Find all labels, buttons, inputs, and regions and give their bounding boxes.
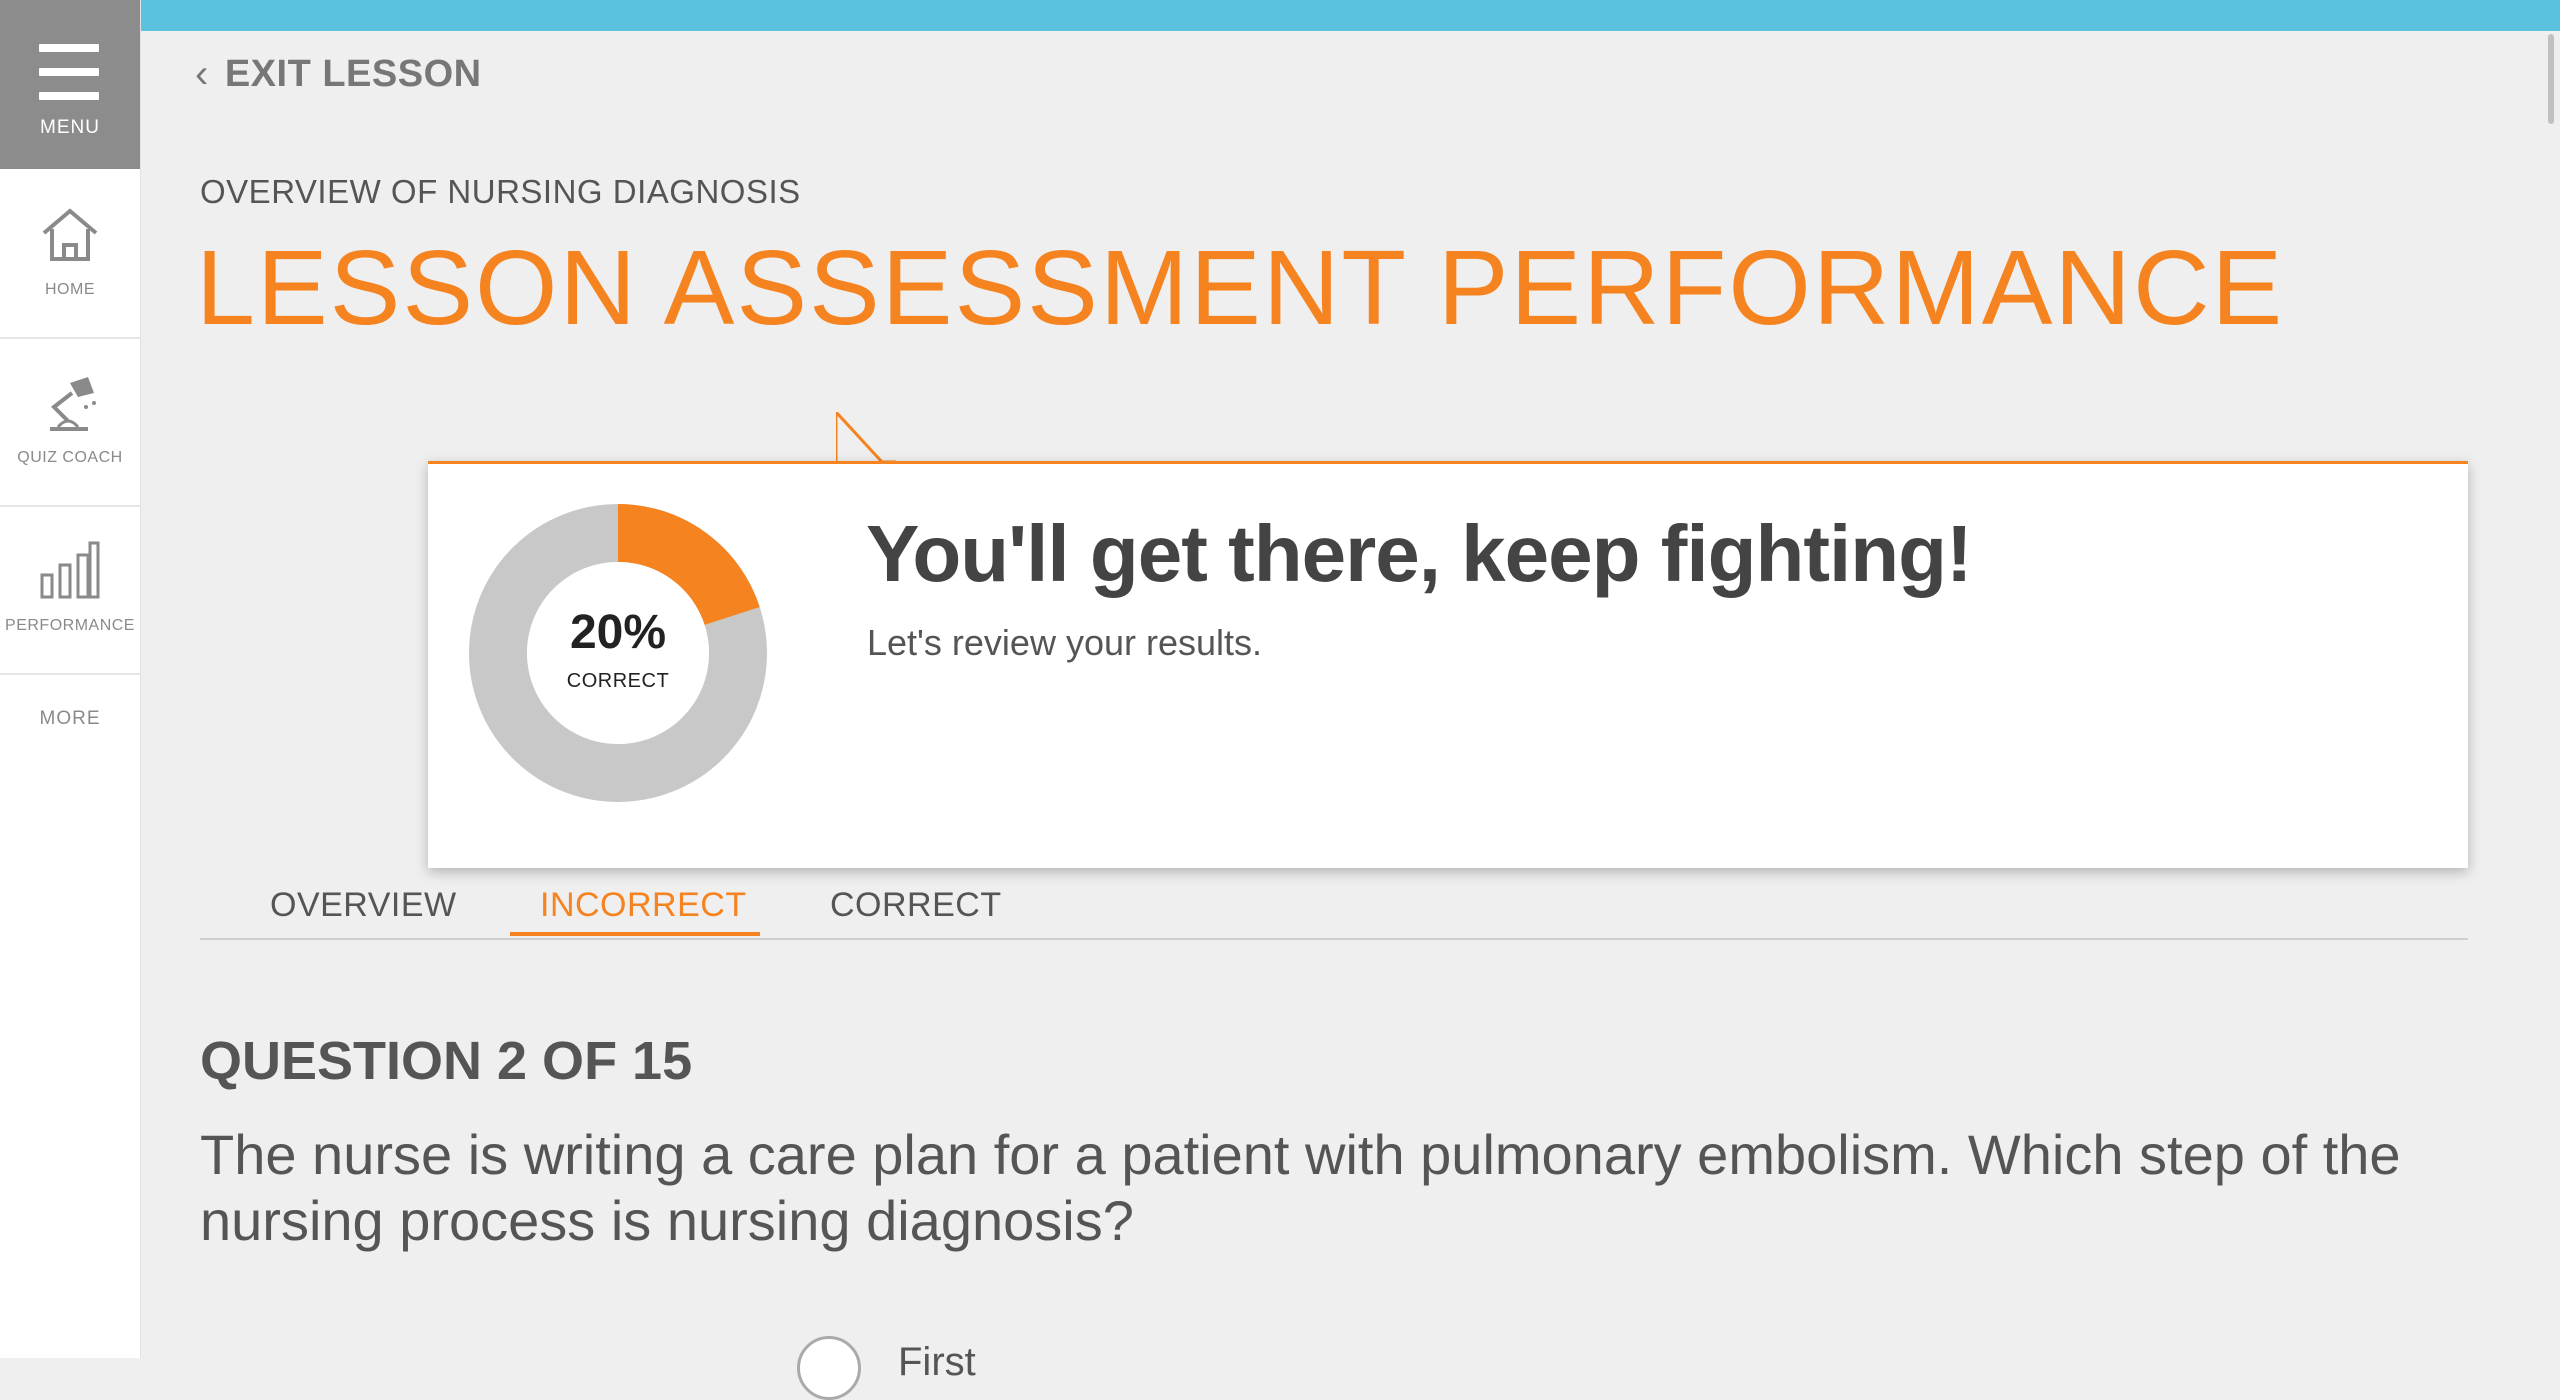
tab-correct[interactable]: CORRECT <box>830 886 1002 925</box>
active-tab-indicator <box>510 932 760 936</box>
answer-option-label: First <box>898 1340 976 1384</box>
tab-overview[interactable]: OVERVIEW <box>270 886 457 925</box>
home-icon <box>42 208 98 261</box>
question-text: The nurse is writing a care plan for a p… <box>200 1123 2401 1252</box>
scrollbar[interactable] <box>2548 34 2554 124</box>
sidebar-item-label: QUIZ COACH <box>17 449 123 466</box>
lesson-subtitle: OVERVIEW OF NURSING DIAGNOSIS <box>200 173 801 210</box>
score-label: CORRECT <box>566 670 670 692</box>
top-accent-bar <box>0 0 2560 31</box>
menu-button[interactable]: MENU <box>0 0 140 169</box>
score-percent: 20% <box>569 606 667 659</box>
answer-radio[interactable] <box>797 1336 861 1400</box>
exit-lesson-label: EXIT LESSON <box>224 53 482 95</box>
menu-label: MENU <box>40 117 100 138</box>
sidebar-item-quiz-coach[interactable]: QUIZ COACH <box>0 337 140 507</box>
sidebar-item-performance[interactable]: PERFORMANCE <box>0 505 140 675</box>
exit-lesson-link[interactable]: ‹ EXIT LESSON <box>195 52 482 97</box>
result-headline: You'll get there, keep fighting! <box>866 509 1973 598</box>
chevron-left-icon: ‹ <box>195 52 209 96</box>
tab-incorrect[interactable]: INCORRECT <box>540 886 747 925</box>
page-title: LESSON ASSESSMENT PERFORMANCE <box>196 229 2285 347</box>
card-pointer <box>836 412 896 464</box>
desk-lamp-icon <box>50 377 96 431</box>
sidebar-item-label: HOME <box>45 281 95 298</box>
hamburger-icon <box>39 44 99 100</box>
result-tabs: OVERVIEW INCORRECT CORRECT <box>200 878 2468 940</box>
sidebar-item-home[interactable]: HOME <box>0 169 140 339</box>
result-subline: Let's review your results. <box>867 622 1263 663</box>
sidebar: MENU HOME QUIZ COACH PERFORMANCE MORE <box>0 0 141 1358</box>
sidebar-item-label: PERFORMANCE <box>5 617 135 634</box>
question-number: QUESTION 2 OF 15 <box>200 1031 693 1091</box>
bar-chart-icon <box>40 541 100 599</box>
sidebar-more[interactable]: MORE <box>0 708 140 730</box>
